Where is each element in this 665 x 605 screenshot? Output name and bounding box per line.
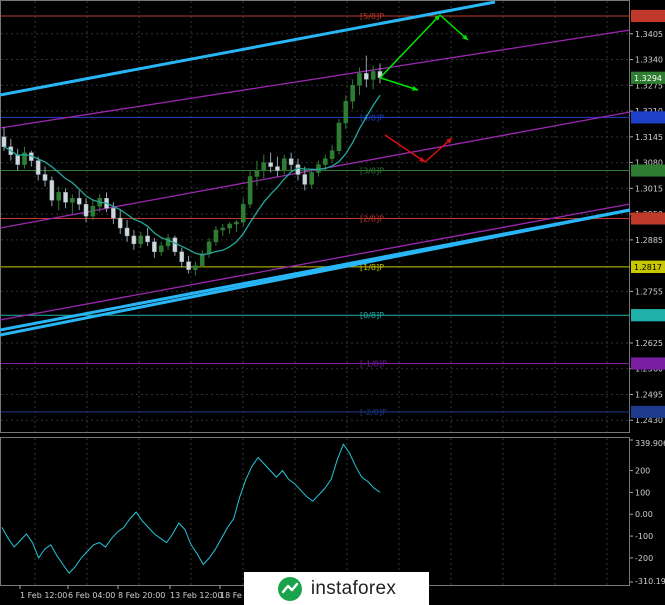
candle-body xyxy=(240,203,246,223)
candle-body xyxy=(117,217,123,229)
level-badge-bg xyxy=(631,309,665,322)
candle-body xyxy=(63,192,68,203)
murrey-level-label: [-1/8]P xyxy=(360,360,387,369)
candle-body xyxy=(158,245,164,253)
time-tick-label: 1 Feb 12:00 xyxy=(20,591,67,600)
ind-tick-label: 339.9066 xyxy=(635,439,665,448)
candle-body xyxy=(49,180,55,201)
level-badge-bg xyxy=(631,9,665,22)
candle-body xyxy=(281,158,287,171)
level-badge-bg xyxy=(631,405,665,418)
ind-tick-label: 200 xyxy=(635,467,650,476)
murrey-level-label: [2/8]P xyxy=(360,214,384,223)
level-badge-bg xyxy=(631,212,665,225)
candle-body xyxy=(302,174,308,185)
price-badge-label: 1.2817 xyxy=(634,263,662,272)
price-tick-label: 1.3015 xyxy=(635,184,663,193)
candle-body xyxy=(124,227,130,237)
price-badge-label: 1.3294 xyxy=(634,74,662,83)
candle-body xyxy=(42,174,48,181)
murrey-level-label: [3/8]P xyxy=(360,167,384,176)
candle-body xyxy=(247,176,253,205)
candle-body xyxy=(364,73,369,80)
candle-body xyxy=(70,198,75,203)
candle-body xyxy=(275,166,280,171)
candle-body xyxy=(76,198,82,205)
candle-body xyxy=(316,164,321,173)
candle-body xyxy=(152,241,157,253)
price-tick-label: 1.2755 xyxy=(635,287,663,296)
candle-body xyxy=(220,227,226,231)
candle-body xyxy=(323,158,328,165)
level-badge-bg xyxy=(631,111,665,124)
candle-body xyxy=(111,207,116,219)
candle-body xyxy=(343,100,349,124)
price-tick-label: 1.3145 xyxy=(635,133,663,142)
murrey-level-label: [0/8]P xyxy=(360,311,384,320)
murrey-level-label: [-2/8]P xyxy=(360,408,387,417)
candle-body xyxy=(254,170,260,177)
candle-body xyxy=(199,253,205,266)
candle-body xyxy=(357,73,362,86)
instaforex-logo-text: instaforex xyxy=(310,577,397,599)
price-tick-label: 1.2885 xyxy=(635,236,663,245)
price-tick-label: 1.2625 xyxy=(635,339,663,348)
candle-body xyxy=(206,241,212,255)
instaforex-logo-icon xyxy=(277,576,302,601)
price-chart: [5/8]P[4/8]P[3/8]P[2/8]P[1/8]P[0/8]P[-1/… xyxy=(0,0,665,605)
candle-body xyxy=(234,221,239,225)
time-tick-label: 8 Feb 20:00 xyxy=(118,591,165,600)
candle-body xyxy=(1,136,7,147)
time-tick-label: 13 Feb 12:00 xyxy=(170,591,222,600)
price-tick-label: 1.3340 xyxy=(635,56,663,65)
candle-body xyxy=(90,205,96,217)
candle-body xyxy=(261,162,267,171)
candle-body xyxy=(213,229,219,243)
candle-body xyxy=(56,192,61,201)
time-tick-label: 18 Fe xyxy=(220,591,242,600)
time-tick-label: 6 Feb 04:00 xyxy=(68,591,115,600)
candle-body xyxy=(145,235,150,243)
candle-body xyxy=(186,261,191,270)
level-badge-bg xyxy=(631,357,665,370)
price-tick-label: 1.3405 xyxy=(635,30,663,39)
ind-tick-label: 100 xyxy=(635,488,650,497)
candle-body xyxy=(309,172,314,185)
candle-body xyxy=(179,251,185,262)
candle-body xyxy=(83,203,89,217)
candle-body xyxy=(350,85,355,102)
candle-body xyxy=(138,235,144,245)
ind-tick-label: -100 xyxy=(635,532,653,541)
candle-body xyxy=(131,235,137,245)
ind-tick-label: 0.00 xyxy=(635,510,653,519)
ind-tick-label: -310.194 xyxy=(635,577,665,586)
candle-body xyxy=(15,154,20,165)
candle-body xyxy=(288,158,294,165)
instaforex-logo: instaforex xyxy=(244,572,429,605)
candle-body xyxy=(370,71,376,80)
ind-tick-label: -200 xyxy=(635,554,653,563)
candle-body xyxy=(336,122,342,151)
murrey-level-label: [5/8]P xyxy=(360,12,384,21)
candle-body xyxy=(329,150,335,159)
candle-body xyxy=(172,237,178,253)
level-badge-bg xyxy=(631,164,665,177)
candle-body xyxy=(227,223,232,229)
candle-body xyxy=(268,162,273,167)
candle-body xyxy=(193,265,198,270)
price-tick-label: 1.2495 xyxy=(635,390,663,399)
candle-body xyxy=(35,160,41,175)
